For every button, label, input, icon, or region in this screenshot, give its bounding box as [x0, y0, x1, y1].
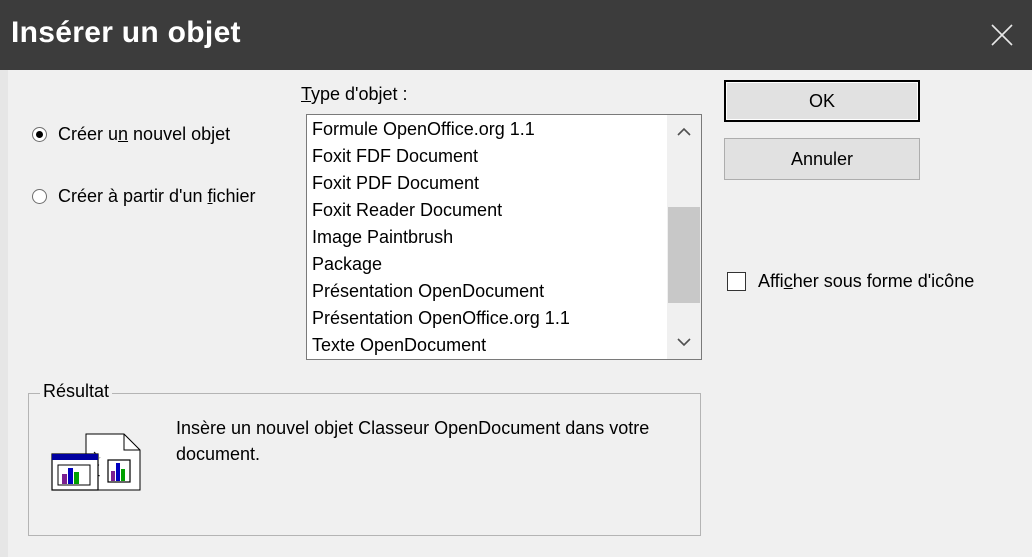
list-item[interactable]: Foxit FDF Document [312, 143, 701, 170]
display-as-icon[interactable]: Afficher sous forme d'icône [727, 271, 974, 292]
radio-create-from-file-button[interactable] [32, 189, 47, 204]
window-border [0, 70, 8, 557]
close-icon [991, 24, 1013, 46]
list-item[interactable]: Package [312, 251, 701, 278]
list-item[interactable]: Formule OpenOffice.org 1.1 [312, 116, 701, 143]
radio-create-new-button[interactable] [32, 127, 47, 142]
display-as-icon-label: Afficher sous forme d'icône [758, 271, 975, 291]
list-item[interactable]: Foxit PDF Document [312, 170, 701, 197]
close-button[interactable] [972, 0, 1032, 70]
insert-object-icon [50, 432, 142, 499]
window-title: Insérer un objet [11, 16, 241, 49]
scroll-down-button[interactable] [667, 325, 701, 359]
list-item[interactable]: Image Paintbrush [312, 224, 701, 251]
list-item[interactable]: Foxit Reader Document [312, 197, 701, 224]
radio-create-new-label: Créer un nouvel objet [58, 124, 231, 144]
result-legend: Résultat [40, 381, 113, 402]
display-as-icon-checkbox[interactable] [727, 272, 746, 291]
list-scrollbar[interactable] [667, 115, 701, 359]
object-type-label: Type d'objet : [301, 84, 408, 104]
object-type-list[interactable]: Formule OpenOffice.org 1.1 Foxit FDF Docu… [306, 114, 702, 360]
scroll-up-button[interactable] [667, 115, 701, 149]
radio-create-new[interactable]: Créer un nouvel objet [32, 124, 230, 145]
cancel-button[interactable]: Annuler [724, 138, 920, 180]
ok-button[interactable]: OK [724, 80, 920, 122]
radio-create-from-file-label: Créer à partir d'un fichier [58, 186, 256, 206]
radio-create-from-file[interactable]: Créer à partir d'un fichier [32, 186, 256, 207]
list-item[interactable]: Texte OpenDocument [312, 332, 701, 359]
chevron-down-icon [677, 338, 691, 347]
title-bar: Insérer un objet [0, 0, 1032, 70]
scroll-thumb[interactable] [668, 206, 700, 303]
chevron-up-icon [677, 127, 691, 136]
list-item[interactable]: Présentation OpenDocument [312, 278, 701, 305]
result-description: Insère un nouvel objet Classeur OpenDocu… [176, 418, 650, 464]
list-item[interactable]: Présentation OpenOffice.org 1.1 [312, 305, 701, 332]
